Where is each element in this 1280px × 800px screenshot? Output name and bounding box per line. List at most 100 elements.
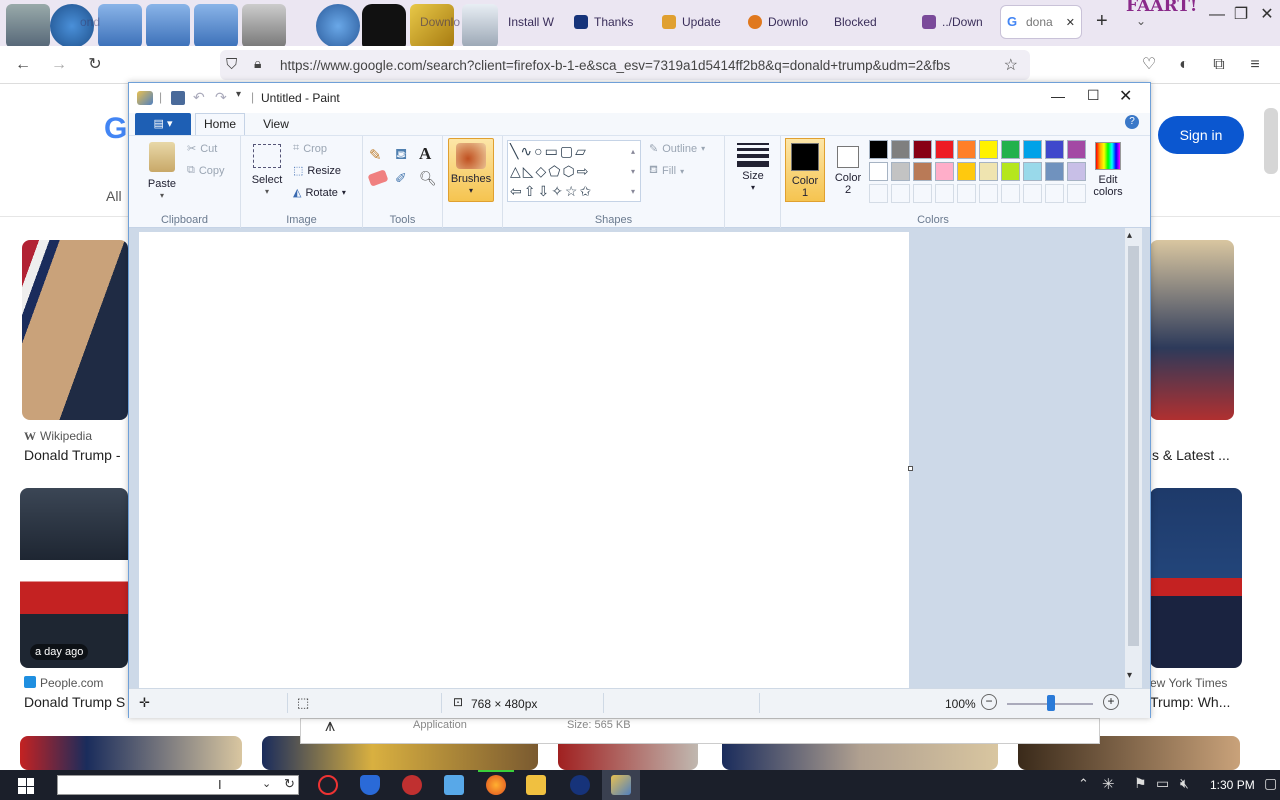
recycle-bin-icon[interactable] (462, 4, 498, 48)
customize-qat-chevron-down-icon[interactable]: ▾ (236, 89, 241, 100)
palette-swatch[interactable] (869, 140, 888, 159)
google-logo[interactable]: G (104, 112, 127, 146)
palette-swatch[interactable] (979, 162, 998, 181)
action-flag-icon[interactable]: ⚑ (1134, 775, 1147, 792)
browser-app-icon[interactable] (570, 775, 590, 795)
new-tab-button[interactable]: + (1096, 10, 1108, 33)
folder-icon[interactable] (146, 4, 190, 48)
tab[interactable]: Thanks (574, 8, 636, 36)
palette-swatch[interactable] (935, 162, 954, 181)
scroll-down-icon[interactable]: ▾ (1127, 670, 1132, 681)
result-title[interactable]: Trump: Wh... (1150, 694, 1230, 710)
shapes-scroll[interactable]: ▴ ▾ ▾ (631, 142, 635, 202)
window-app-icon[interactable] (444, 775, 464, 795)
result-image[interactable] (22, 240, 128, 420)
paint-minimize-icon[interactable]: — (1051, 88, 1065, 104)
palette-swatch[interactable] (1001, 140, 1020, 159)
active-tab[interactable]: G dona ✕ (1000, 5, 1082, 39)
windows-start-icon[interactable] (18, 778, 34, 794)
outline-button[interactable]: ✎ Outline ▾ (649, 142, 705, 156)
palette-swatch-empty[interactable] (979, 184, 998, 203)
notifications-icon[interactable]: ▢ (1264, 775, 1277, 792)
tab[interactable]: ../Down (922, 8, 986, 36)
sign-in-button[interactable]: Sign in (1158, 116, 1244, 154)
network-icon[interactable]: ▭ (1156, 775, 1169, 792)
forward-arrow-icon[interactable]: → (50, 56, 68, 74)
paste-button[interactable]: Paste ▾ (139, 140, 185, 202)
close-tab-icon[interactable]: ✕ (1066, 16, 1075, 29)
help-icon[interactable]: ? (1125, 115, 1139, 129)
vertical-scrollbar[interactable]: ▴ ▾ (1125, 228, 1142, 688)
palette-swatch[interactable] (1001, 162, 1020, 181)
folder-icon[interactable] (98, 4, 142, 48)
palette-swatch[interactable] (891, 162, 910, 181)
palette-swatch-empty[interactable] (869, 184, 888, 203)
zoom-out-button[interactable]: − (981, 694, 997, 710)
tab[interactable]: Install W (508, 8, 566, 36)
drawing-canvas[interactable] (139, 232, 909, 688)
search-refresh-icon[interactable]: ↻ (284, 776, 295, 792)
bookmark-star-icon[interactable]: ☆ (1004, 55, 1018, 75)
paint-close-icon[interactable]: ✕ (1119, 86, 1132, 106)
tab[interactable]: ond (80, 8, 100, 36)
palette-swatch-empty[interactable] (957, 184, 976, 203)
palette-swatch[interactable] (891, 140, 910, 159)
palette-swatch[interactable] (979, 140, 998, 159)
paint-file-menu-button[interactable]: ▤ ▾ (135, 113, 191, 135)
tab[interactable]: Downlo (420, 8, 462, 36)
size-button[interactable]: Size ▾ (731, 140, 775, 202)
globe-icon[interactable] (316, 4, 360, 48)
palette-swatch[interactable] (1045, 140, 1064, 159)
scroll-thumb[interactable] (1128, 246, 1139, 646)
text-tool-icon[interactable]: A (419, 144, 431, 164)
close-window-icon[interactable]: ✕ (1256, 5, 1278, 25)
fill-button[interactable]: ⛾ Fill ▾ (649, 164, 684, 178)
result-image[interactable] (1150, 240, 1234, 420)
tab[interactable]: Update (662, 8, 726, 36)
select-button[interactable]: Select ▾ (247, 140, 287, 202)
eraser-icon[interactable] (367, 169, 389, 187)
save-icon[interactable] (171, 91, 185, 105)
zoom-slider-thumb[interactable] (1047, 695, 1055, 711)
color2-button[interactable]: Color 2 (829, 138, 867, 202)
extensions-icon[interactable]: ⧉ (1210, 56, 1228, 74)
tab-list-chevron-down-icon[interactable]: ⌄ (1136, 14, 1146, 28)
paint-maximize-icon[interactable]: ☐ (1087, 87, 1100, 104)
cut-button[interactable]: ✂ Cut (187, 142, 217, 156)
color1-button[interactable]: Color 1 (785, 138, 825, 202)
page-scrollbar[interactable] (1264, 108, 1278, 174)
palette-swatch[interactable] (913, 162, 932, 181)
nav-all-tab[interactable]: All (106, 188, 122, 204)
resize-button[interactable]: ⬚ Resize (293, 164, 341, 178)
palette-swatch[interactable] (935, 140, 954, 159)
redo-icon[interactable]: ↷ (215, 89, 227, 106)
computer-icon[interactable] (6, 4, 50, 48)
menu-icon[interactable]: ≡ (1246, 56, 1264, 74)
reload-icon[interactable]: ↻ (86, 56, 104, 74)
stop-app-icon[interactable] (318, 775, 338, 795)
lock-icon[interactable]: 🔒︎ (254, 55, 261, 72)
taskbar-search-input[interactable]: I ⌄ ↻ (57, 775, 299, 795)
crop-button[interactable]: ⌗ Crop (293, 142, 327, 155)
palette-swatch[interactable] (1067, 140, 1086, 159)
url-bar[interactable]: ⛉ 🔒︎ https://www.google.com/search?clien… (220, 50, 1030, 80)
result-image[interactable]: a day ago (20, 488, 128, 668)
tab[interactable]: Downlo (748, 8, 814, 36)
palette-swatch[interactable] (1067, 162, 1086, 181)
tab-home[interactable]: Home (195, 113, 245, 136)
tab-view[interactable]: View (251, 113, 301, 135)
undo-icon[interactable]: ↶ (193, 89, 205, 106)
result-image[interactable] (20, 736, 242, 770)
rotate-button[interactable]: ◭ Rotate ▾ (293, 186, 346, 200)
palette-swatch[interactable] (1023, 140, 1042, 159)
palette-swatch[interactable] (913, 140, 932, 159)
restore-window-icon[interactable]: ❐ (1230, 5, 1252, 25)
result-image[interactable] (1150, 488, 1242, 668)
palette-swatch-empty[interactable] (913, 184, 932, 203)
canvas-resize-handle[interactable] (908, 466, 913, 471)
pencil-icon[interactable]: ✎ (369, 146, 382, 164)
brushes-button[interactable]: Brushes ▾ (448, 138, 494, 202)
scroll-up-icon[interactable]: ▴ (1127, 230, 1132, 241)
zoom-in-button[interactable]: + (1103, 694, 1119, 710)
file-explorer-icon[interactable] (526, 775, 546, 795)
